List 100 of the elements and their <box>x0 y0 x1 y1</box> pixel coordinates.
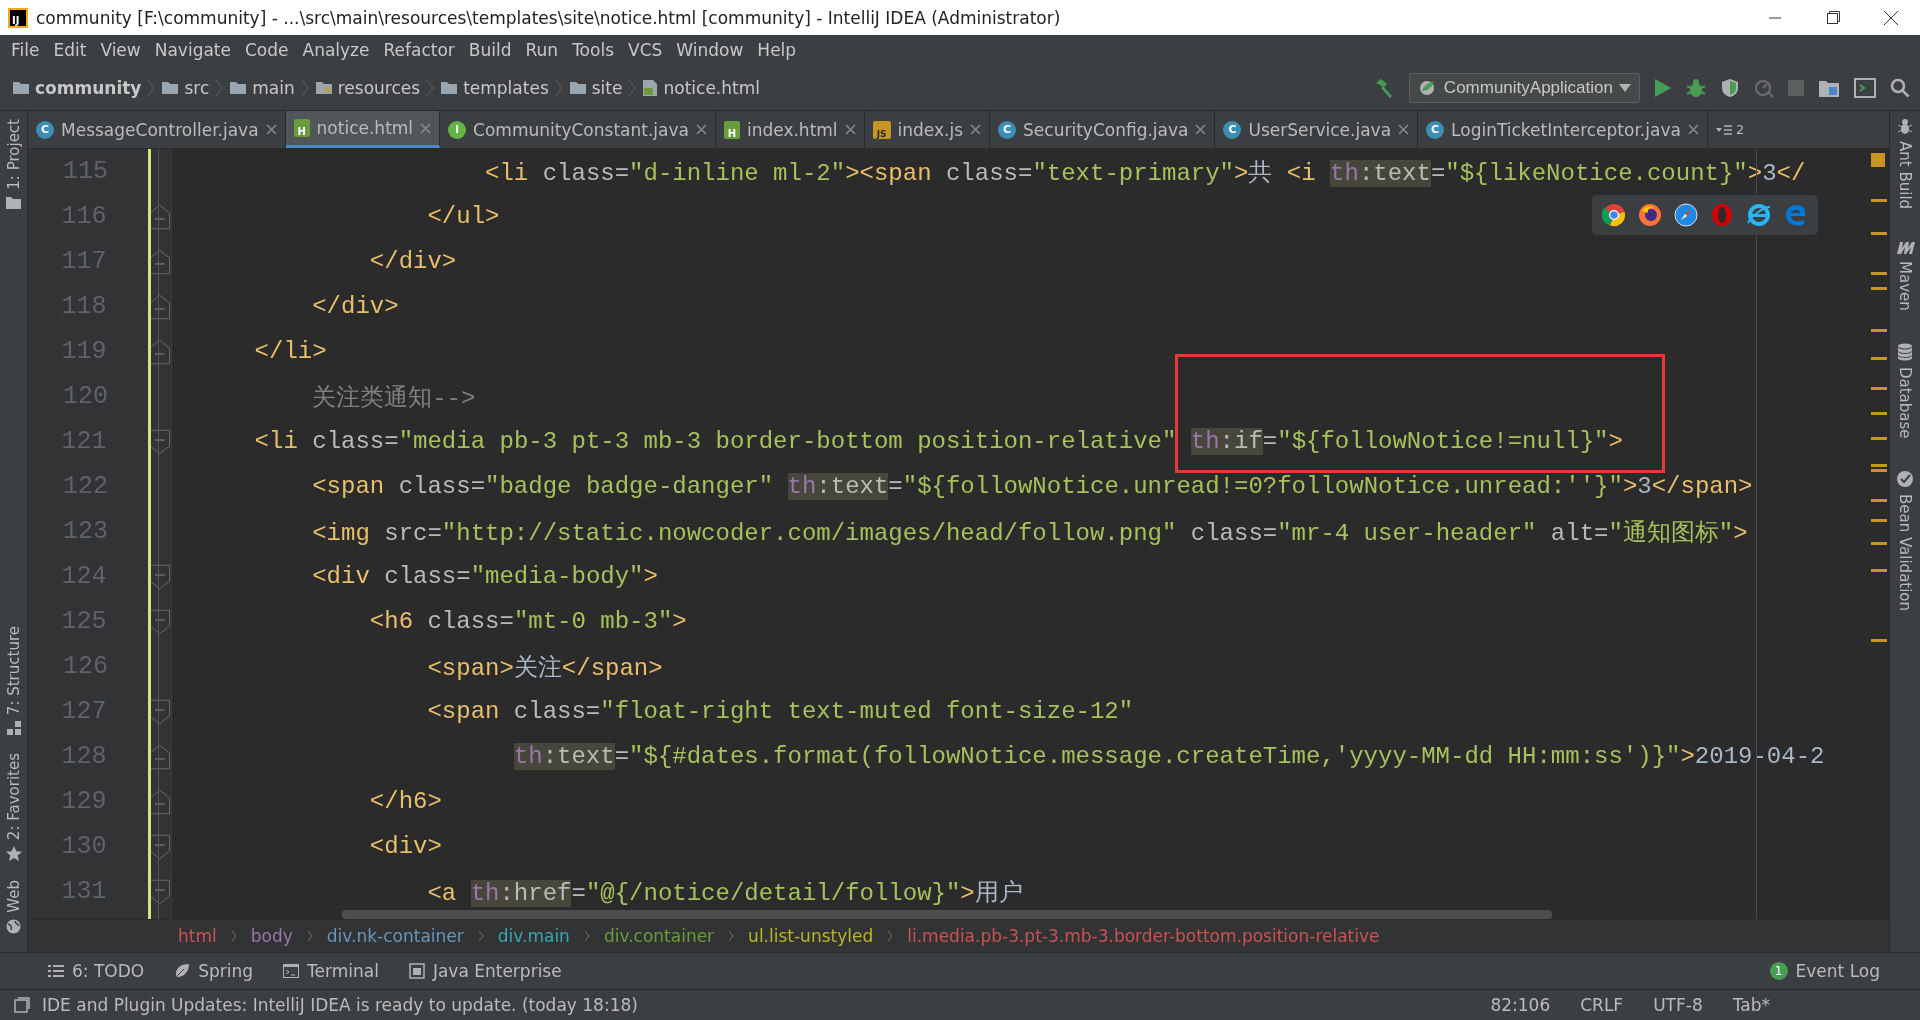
path-item[interactable]: src <box>184 77 210 98</box>
tool-window-button[interactable]: Maven <box>1895 241 1915 311</box>
close-icon[interactable] <box>695 124 707 135</box>
folder-icon <box>12 80 30 95</box>
tool-window-button[interactable]: Java Enterprise <box>408 961 562 981</box>
fold-icon[interactable] <box>149 743 171 770</box>
fold-icon[interactable] <box>149 788 171 815</box>
file-type-icon: H <box>293 119 310 137</box>
path-item[interactable]: site <box>591 77 623 98</box>
tab-overflow-button[interactable]: 2 <box>1707 111 1753 148</box>
chevron-icon <box>583 930 590 942</box>
fold-icon[interactable] <box>149 248 171 275</box>
editor-tab[interactable]: C SecurityConfig.java <box>990 111 1216 148</box>
tool-window-button[interactable]: Web <box>4 880 23 934</box>
scrollbar-thumb[interactable] <box>342 910 1552 919</box>
menu-item[interactable]: Tools <box>565 40 621 60</box>
tag-breadcrumb[interactable]: div.main <box>497 926 570 946</box>
file-encoding[interactable]: UTF-8 <box>1653 995 1703 1015</box>
menu-item[interactable]: Analyze <box>295 40 377 60</box>
path-item[interactable]: notice.html <box>663 77 760 98</box>
fold-icon[interactable] <box>149 428 171 455</box>
chevron-icon <box>215 78 224 97</box>
close-icon[interactable] <box>970 124 982 135</box>
code-line: <img src="http://static.nowcoder.com/images/head/follow.png" class="mr-4 user-header" alt="通知图标"> <box>311 518 1748 548</box>
menu-item[interactable]: Help <box>750 40 804 60</box>
event-log-button[interactable]: Event Log <box>1795 961 1880 981</box>
run-config-dropdown[interactable]: CommunityApplication <box>1408 72 1640 103</box>
editor-tab[interactable]: C MessageController.java <box>28 111 286 148</box>
browser-icon[interactable] <box>1746 203 1772 227</box>
status-message[interactable]: IDE and Plugin Updates: IntelliJ IDEA is ready to update. (today 18:18) <box>42 995 638 1015</box>
tag-breadcrumb[interactable]: body <box>250 926 293 946</box>
tool-window-button[interactable]: 7: Structure <box>4 626 23 736</box>
folder-icon <box>161 80 180 95</box>
close-icon[interactable] <box>1687 124 1699 135</box>
line-separator[interactable]: CRLF <box>1580 995 1624 1015</box>
path-item[interactable]: community <box>35 77 142 98</box>
tool-window-button[interactable]: 2: Favorites <box>4 753 23 863</box>
compass-icon[interactable] <box>1674 203 1698 227</box>
close-icon[interactable] <box>1398 124 1410 135</box>
editor-tab[interactable]: H notice.html <box>285 111 441 148</box>
tag-breadcrumb[interactable]: li.media.pb-3.pt-3.mb-3.border-bottom.position-relative <box>907 926 1380 946</box>
menu-item[interactable]: Edit <box>46 40 94 60</box>
bean-icon <box>1896 470 1914 489</box>
enterprise-icon <box>408 963 425 979</box>
editor-tab[interactable]: H index.html <box>715 111 865 148</box>
tool-window-button[interactable]: Spring <box>174 961 254 981</box>
browser-icon[interactable] <box>1602 203 1626 227</box>
tag-breadcrumb[interactable]: html <box>178 926 217 946</box>
run-icon[interactable] <box>1654 77 1672 98</box>
menu-item[interactable]: Refactor <box>376 40 462 60</box>
tool-window-button[interactable]: Bean Validation <box>1896 470 1914 612</box>
menu-item[interactable]: Run <box>518 40 566 60</box>
tag-breadcrumb[interactable]: div.container <box>603 926 715 946</box>
editor-tab[interactable]: JS index.js <box>864 111 991 148</box>
menu-item[interactable]: Code <box>238 40 296 60</box>
shield-icon[interactable] <box>1720 77 1740 98</box>
tool-window-button[interactable]: 6: TODO <box>48 961 145 981</box>
panel-toggle-icon[interactable] <box>14 997 30 1013</box>
caret-position[interactable]: 82:106 <box>1490 995 1551 1015</box>
path-item[interactable]: main <box>252 77 295 98</box>
globe-icon <box>6 919 21 934</box>
fold-icon[interactable] <box>149 338 171 365</box>
indent-setting[interactable]: Tab* <box>1732 995 1770 1015</box>
browser-icon[interactable] <box>1638 203 1662 227</box>
layout-icon[interactable] <box>1854 77 1876 98</box>
tool-window-button[interactable]: Ant Build <box>1896 117 1914 210</box>
menu-item[interactable]: VCS <box>621 40 670 60</box>
fold-icon[interactable] <box>149 608 171 635</box>
menu-item[interactable]: Build <box>461 40 519 60</box>
tag-breadcrumb[interactable]: ul.list-unstyled <box>748 926 874 946</box>
code-line: </ul> <box>426 203 500 230</box>
tool-window-button[interactable]: Database <box>1896 342 1914 439</box>
file-type-icon: JS <box>872 120 891 139</box>
search-icon[interactable] <box>1890 77 1910 98</box>
close-icon[interactable] <box>265 124 277 135</box>
fold-icon[interactable] <box>149 293 171 320</box>
path-item[interactable]: resources <box>337 77 421 98</box>
tag-breadcrumb[interactable]: div.nk-container <box>326 926 464 946</box>
fold-icon[interactable] <box>149 878 171 905</box>
chevron-icon <box>628 78 637 97</box>
menu-item[interactable]: File <box>4 40 47 60</box>
close-icon[interactable] <box>1195 124 1207 135</box>
editor-tab[interactable]: I CommunityConstant.java <box>440 111 716 148</box>
fold-icon[interactable] <box>149 203 171 230</box>
tool-window-button[interactable]: 1: Project <box>4 119 23 209</box>
tool-window-button[interactable]: Terminal <box>283 961 379 981</box>
editor-tab[interactable]: C UserService.java <box>1215 111 1419 148</box>
bug-icon[interactable] <box>1686 77 1706 98</box>
path-item[interactable]: templates <box>463 77 549 98</box>
menu-item[interactable]: Navigate <box>147 40 238 60</box>
chevron-icon <box>426 78 435 97</box>
menu-item[interactable]: View <box>93 40 148 60</box>
fold-icon[interactable] <box>149 698 171 725</box>
fold-icon[interactable] <box>149 563 171 590</box>
close-icon[interactable] <box>844 124 856 135</box>
code-line: <span class="badge badge-danger" th:text="${followNotice.unread!=0?followNotice.unread:''}">3</span> <box>311 473 1753 500</box>
editor-tab[interactable]: C LoginTicketInterceptor.java <box>1418 111 1708 148</box>
menu-item[interactable]: Window <box>669 40 751 60</box>
html-file-icon <box>642 78 659 97</box>
fold-icon[interactable] <box>149 833 171 860</box>
